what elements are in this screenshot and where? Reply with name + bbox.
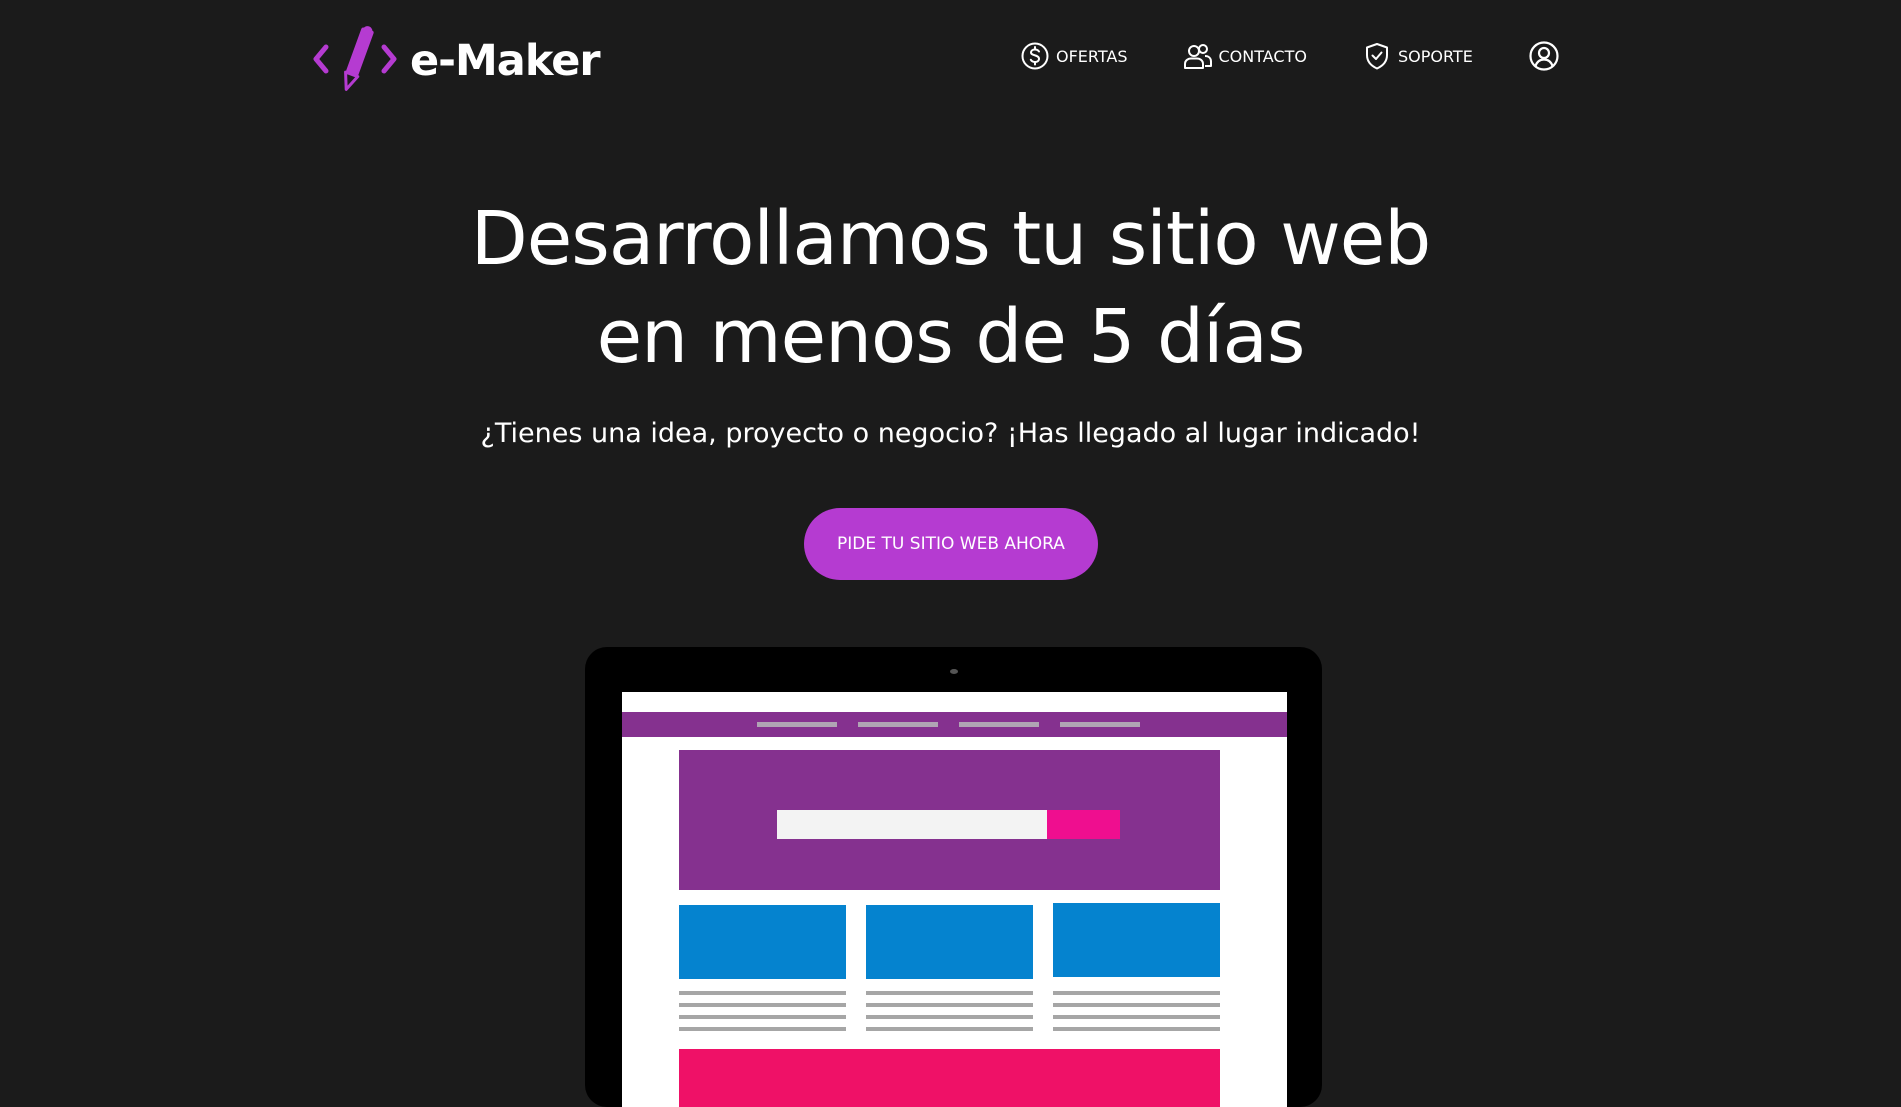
shield-check-icon bbox=[1365, 43, 1388, 70]
nav-item-ofertas[interactable]: OFERTAS bbox=[1020, 41, 1128, 71]
mockup-text-line bbox=[679, 1027, 846, 1031]
mockup-text-line bbox=[679, 1003, 846, 1007]
account-button[interactable] bbox=[1528, 40, 1560, 72]
mockup-text-line bbox=[1053, 991, 1220, 995]
nav-item-soporte[interactable]: SOPORTE bbox=[1362, 41, 1473, 71]
mockup-text-line bbox=[1053, 1003, 1220, 1007]
mockup-text-line bbox=[866, 1027, 1033, 1031]
mockup-card-image bbox=[679, 905, 846, 979]
mockup-search-button bbox=[1047, 810, 1120, 839]
mockup-nav-link bbox=[1060, 722, 1140, 727]
mockup-nav-link bbox=[959, 722, 1039, 727]
hero-title-line-2: en menos de 5 días bbox=[596, 294, 1306, 380]
laptop-camera bbox=[950, 669, 958, 674]
mockup-text-line bbox=[866, 991, 1033, 995]
brand-logo[interactable]: e-Maker bbox=[312, 25, 601, 97]
main-nav: OFERTAS CONTACTO SOPORTE bbox=[1020, 40, 1560, 72]
mockup-text-line bbox=[1053, 1027, 1220, 1031]
mockup-nav-link bbox=[858, 722, 938, 727]
dollar-circle-icon bbox=[1021, 42, 1049, 70]
hero-title: Desarrollamos tu sitio web en menos de 5… bbox=[0, 190, 1901, 386]
nav-item-contacto[interactable]: CONTACTO bbox=[1183, 41, 1307, 71]
hero-subtitle: ¿Tienes una idea, proyecto o negocio? ¡H… bbox=[480, 418, 1421, 449]
mockup-text-line bbox=[1053, 1015, 1220, 1019]
nav-label-soporte: SOPORTE bbox=[1397, 46, 1473, 66]
nav-label-ofertas: OFERTAS bbox=[1056, 46, 1128, 66]
cta-order-website-button[interactable]: PIDE TU SITIO WEB AHORA bbox=[804, 508, 1098, 580]
hero-title-line-1: Desarrollamos tu sitio web bbox=[470, 196, 1431, 282]
pencil-code-icon bbox=[313, 26, 397, 91]
mockup-card-image bbox=[866, 905, 1033, 979]
brand-name: e-Maker bbox=[410, 36, 601, 86]
laptop-screen bbox=[622, 692, 1287, 1107]
site-header: e-Maker OFERTAS CONTACTO SOPORTE bbox=[0, 0, 1901, 120]
users-icon bbox=[1183, 44, 1212, 69]
laptop-illustration bbox=[585, 647, 1322, 1107]
mockup-hero-banner bbox=[679, 750, 1220, 890]
mockup-text-line bbox=[866, 1003, 1033, 1007]
mockup-nav-link bbox=[757, 722, 837, 727]
nav-label-contacto: CONTACTO bbox=[1218, 46, 1307, 66]
mockup-card-image bbox=[1053, 903, 1220, 977]
mockup-text-line bbox=[679, 991, 846, 995]
mockup-search-field bbox=[777, 810, 1047, 839]
mockup-nav-bar bbox=[622, 712, 1287, 737]
mockup-text-line bbox=[866, 1015, 1033, 1019]
mockup-footer-bar bbox=[679, 1049, 1220, 1107]
user-circle-icon bbox=[1529, 41, 1559, 71]
mockup-text-line bbox=[679, 1015, 846, 1019]
